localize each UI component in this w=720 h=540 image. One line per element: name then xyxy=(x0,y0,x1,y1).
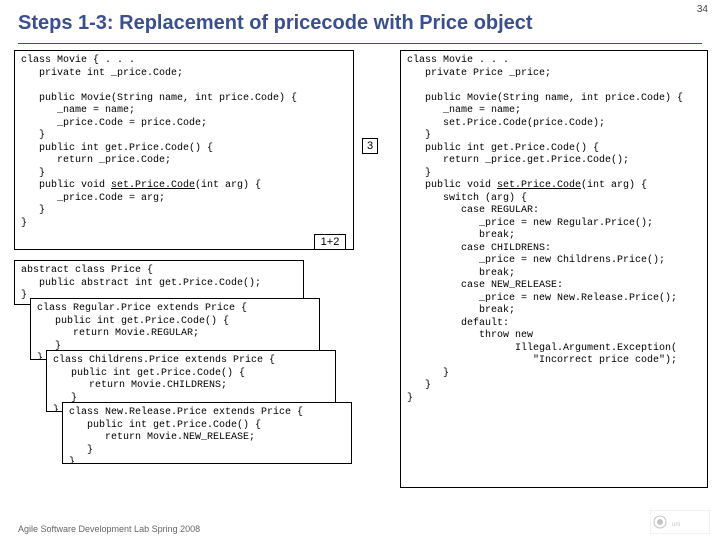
content-area: class Movie { . . . private int _price.C… xyxy=(0,50,720,520)
logo: uni xyxy=(650,510,710,534)
title-underline xyxy=(18,43,702,44)
step-badge-3: 3 xyxy=(362,138,378,154)
page-number: 34 xyxy=(697,4,708,15)
step-badge-1-2: 1+2 xyxy=(314,234,346,250)
footer-text: Agile Software Development Lab Spring 20… xyxy=(18,524,200,534)
code-newrelease-price: class New.Release.Price extends Price { … xyxy=(62,402,352,464)
slide-title: Steps 1-3: Replacement of pricecode with… xyxy=(0,0,720,43)
code-after: class Movie . . . private Price _price; … xyxy=(400,50,708,488)
code-before: class Movie { . . . private int _price.C… xyxy=(14,50,354,250)
svg-text:uni: uni xyxy=(672,522,680,528)
